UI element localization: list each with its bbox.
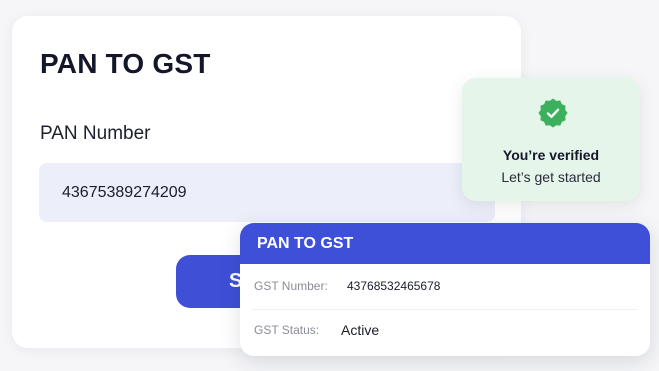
gst-status-label: GST Status: (254, 323, 320, 337)
verified-toast: You’re verified Let’s get started (462, 78, 640, 201)
gst-status-row: GST Status: Active (240, 308, 650, 352)
gst-status-value: Active (341, 322, 380, 338)
gst-number-value: 43768532465678 (347, 279, 441, 293)
check-badge-icon (538, 98, 568, 128)
result-title: PAN TO GST (240, 223, 650, 264)
pan-number-label: PAN Number (40, 123, 151, 144)
toast-title: You’re verified (502, 147, 600, 163)
gst-number-row: GST Number: 43768532465678 (240, 264, 650, 308)
form-title: PAN TO GST (40, 48, 211, 79)
gst-result-card: PAN TO GST GST Number: 43768532465678 GS… (240, 223, 650, 356)
gst-number-label: GST Number: (254, 279, 328, 293)
pan-number-input[interactable] (39, 163, 495, 222)
toast-subtitle: Let’s get started (501, 169, 601, 185)
